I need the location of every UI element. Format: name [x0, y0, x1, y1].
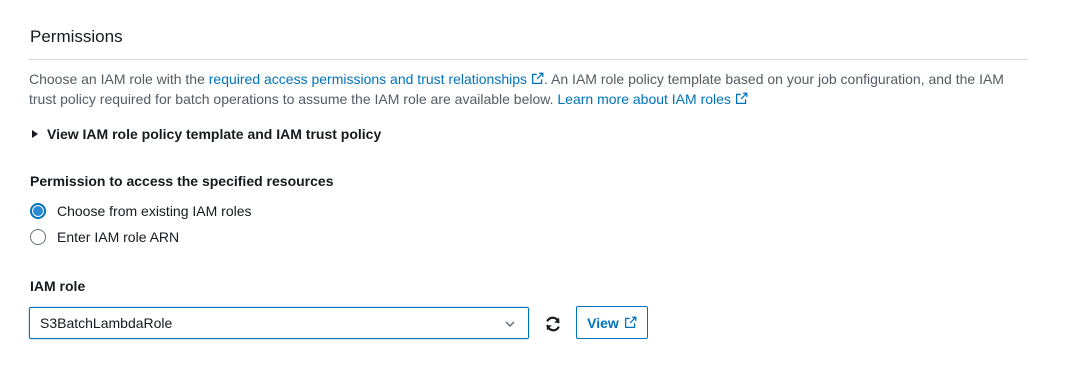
iam-role-selected-value: S3BatchLambdaRole: [40, 315, 173, 331]
section-description: Choose an IAM role with the required acc…: [29, 69, 1029, 109]
external-link-icon: [624, 316, 637, 329]
view-role-button[interactable]: View: [576, 306, 648, 339]
external-link-icon: [735, 92, 748, 105]
refresh-icon[interactable]: [543, 314, 563, 334]
radio-enter-arn[interactable]: Enter IAM role ARN: [30, 227, 179, 247]
required-permissions-link[interactable]: required access permissions and trust re…: [209, 71, 544, 87]
policy-template-expander[interactable]: View IAM role policy template and IAM tr…: [29, 124, 381, 144]
section-title: Permissions: [30, 27, 123, 46]
iam-role-select[interactable]: S3BatchLambdaRole: [29, 307, 529, 339]
external-link-icon: [532, 72, 544, 85]
expander-label: View IAM role policy template and IAM tr…: [47, 126, 382, 142]
learn-more-iam-link[interactable]: Learn more about IAM roles: [557, 91, 748, 107]
radio-enter-arn-label: Enter IAM role ARN: [57, 229, 180, 245]
section-divider: [29, 59, 1028, 60]
iam-role-label: IAM role: [30, 278, 86, 294]
required-permissions-link-label: required access permissions and trust re…: [208, 71, 528, 87]
permission-label: Permission to access the specified resou…: [30, 173, 334, 189]
learn-more-iam-link-label: Learn more about IAM roles: [557, 91, 731, 107]
radio-button-unselected[interactable]: [30, 229, 46, 245]
description-prefix: Choose an IAM role with the: [29, 71, 209, 87]
view-button-label: View: [587, 314, 619, 331]
chevron-down-icon: [505, 321, 515, 328]
caret-right-icon: [32, 130, 38, 138]
radio-button-selected[interactable]: [30, 203, 46, 219]
radio-existing-roles[interactable]: Choose from existing IAM roles: [30, 201, 252, 221]
radio-existing-roles-label: Choose from existing IAM roles: [57, 203, 252, 219]
